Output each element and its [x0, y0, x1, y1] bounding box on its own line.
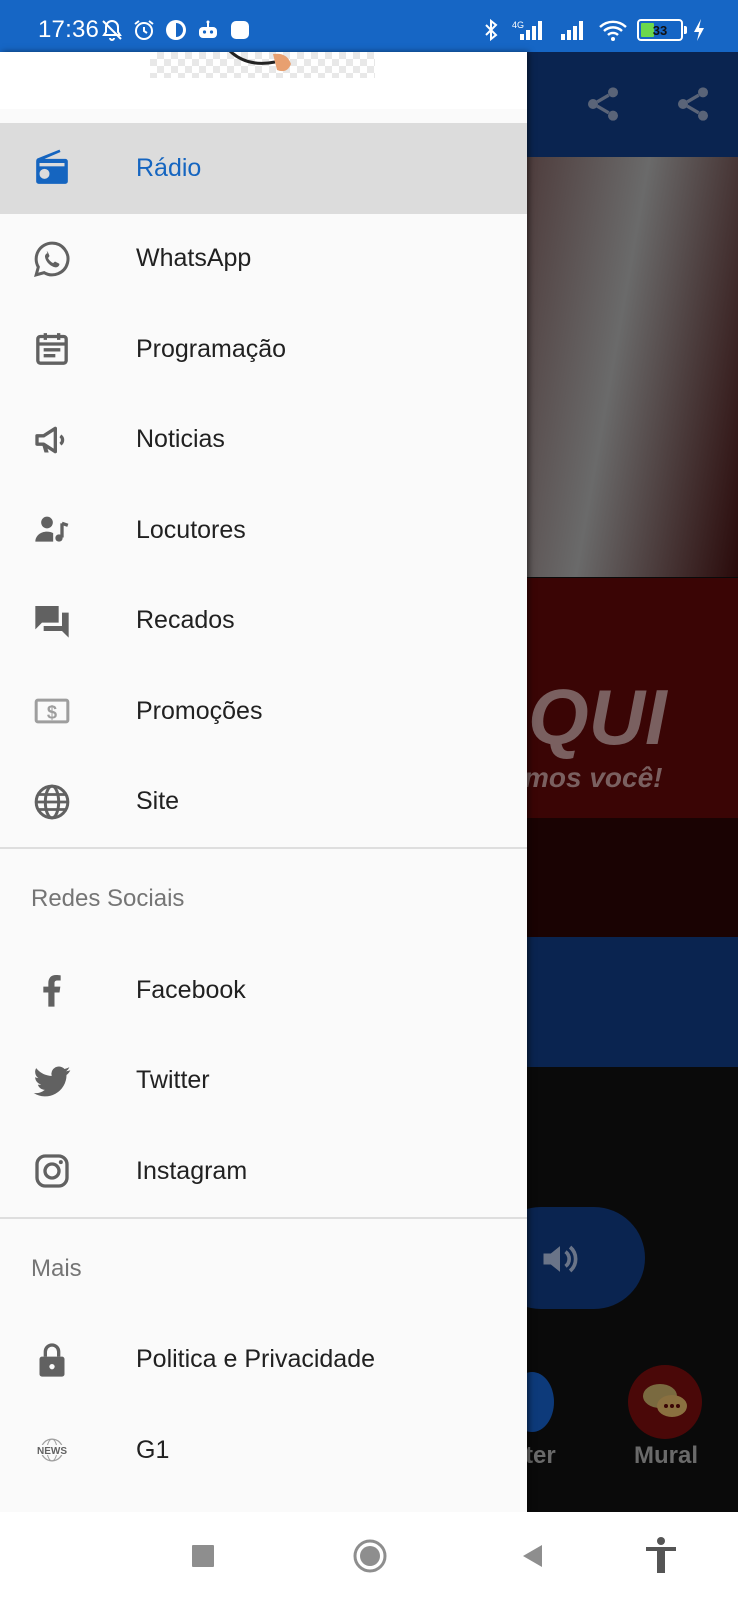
section-header-social: Redes Sociais — [0, 849, 527, 945]
back-triangle-icon — [523, 1545, 542, 1567]
section-title: Redes Sociais — [31, 885, 185, 912]
home-circle-icon — [353, 1539, 387, 1573]
accessibility-icon — [646, 1537, 676, 1573]
volume-icon — [543, 1245, 578, 1273]
navigation-drawer: Rádio WhatsApp Programação Noticias Locu… — [0, 52, 527, 1512]
dollar-bill-icon: $ — [31, 690, 73, 732]
menu-item-label: Facebook — [136, 975, 246, 1004]
logo-image — [228, 52, 291, 72]
menu-item-promocoes[interactable]: $ Promoções — [0, 666, 527, 757]
radio-icon — [31, 147, 73, 189]
section-title: Mais — [31, 1254, 82, 1282]
svg-text:$: $ — [47, 702, 57, 723]
drawer-menu: Rádio WhatsApp Programação Noticias Locu… — [0, 123, 527, 1496]
menu-item-recados[interactable]: Recados — [0, 576, 527, 667]
signal-icon — [561, 21, 583, 40]
status-right-icons: 4G 33 — [479, 18, 706, 42]
battery-icon: 33 — [637, 19, 687, 41]
menu-item-locutores[interactable]: Locutores — [0, 485, 527, 576]
section-header-more: Mais — [0, 1219, 527, 1315]
background-tab-label: ter — [525, 1442, 556, 1469]
app-icon — [166, 20, 186, 40]
menu-item-label: Politica e Privacidade — [136, 1345, 376, 1374]
menu-item-label: Twitter — [136, 1066, 210, 1095]
drawer-header — [0, 52, 527, 109]
news-icon: NEWS — [31, 1429, 73, 1471]
menu-item-label: Programação — [136, 334, 287, 363]
wifi-icon — [599, 20, 627, 41]
background-tab-label: Mural — [634, 1442, 699, 1469]
twitter-icon — [31, 1060, 73, 1102]
status-bar: 17:36 4G 33 — [0, 0, 738, 52]
menu-item-label: G1 — [136, 1435, 170, 1464]
globe-icon — [31, 781, 73, 823]
menu-item-radio[interactable]: Rádio — [0, 123, 527, 214]
back-button[interactable] — [513, 1536, 553, 1576]
status-left-icons — [100, 18, 252, 42]
megaphone-icon — [31, 419, 73, 461]
chat-icon — [31, 600, 73, 642]
svg-text:4G: 4G — [512, 20, 524, 30]
menu-item-facebook[interactable]: Facebook — [0, 945, 527, 1036]
menu-item-label: WhatsApp — [136, 244, 252, 273]
menu-item-programacao[interactable]: Programação — [0, 304, 527, 395]
home-button[interactable] — [350, 1536, 390, 1576]
lock-icon — [31, 1339, 73, 1381]
calendar-icon — [31, 328, 73, 370]
whatsapp-icon — [31, 238, 73, 280]
instagram-icon — [31, 1150, 73, 1192]
share-icon — [588, 87, 618, 121]
share-icon — [678, 87, 708, 121]
menu-item-label: Rádio — [136, 153, 202, 182]
menu-item-instagram[interactable]: Instagram — [0, 1126, 527, 1217]
mural-chat-icon — [643, 1384, 687, 1417]
menu-item-privacy-policy[interactable]: Politica e Privacidade — [0, 1315, 527, 1406]
battery-level: 33 — [652, 22, 668, 38]
menu-item-twitter[interactable]: Twitter — [0, 1036, 527, 1127]
alarm-icon — [134, 20, 154, 40]
accessibility-button[interactable] — [641, 1536, 681, 1576]
menu-item-whatsapp[interactable]: WhatsApp — [0, 214, 527, 305]
system-navigation-bar — [0, 1512, 738, 1600]
person-music-icon — [31, 509, 73, 551]
banner-big-text: QUI — [528, 673, 667, 761]
menu-item-label: Site — [136, 787, 180, 816]
menu-item-label: Noticias — [136, 425, 225, 454]
background-strip — [525, 818, 738, 938]
menu-item-noticias[interactable]: Noticias — [0, 395, 527, 486]
square-app-icon — [231, 21, 249, 39]
menu-item-g1[interactable]: NEWS G1 — [0, 1405, 527, 1496]
news-icon-text: NEWS — [37, 1446, 67, 1457]
bluetooth-icon — [485, 18, 498, 42]
menu-item-site[interactable]: Site — [0, 757, 527, 848]
menu-item-label: Instagram — [136, 1156, 248, 1185]
menu-item-label: Recados — [136, 606, 235, 635]
charging-icon — [694, 19, 704, 41]
facebook-icon — [31, 969, 73, 1011]
recents-button[interactable] — [183, 1536, 223, 1576]
signal-icon: 4G — [512, 20, 542, 40]
mute-bell-icon — [102, 19, 122, 41]
banner-small-text: mos você! — [524, 762, 663, 793]
robot-icon — [199, 20, 217, 38]
square-icon — [192, 1545, 214, 1567]
status-time: 17:36 — [38, 16, 100, 43]
menu-item-label: Locutores — [136, 515, 246, 544]
background-bluebar — [525, 937, 738, 1067]
menu-item-label: Promoções — [136, 696, 263, 725]
